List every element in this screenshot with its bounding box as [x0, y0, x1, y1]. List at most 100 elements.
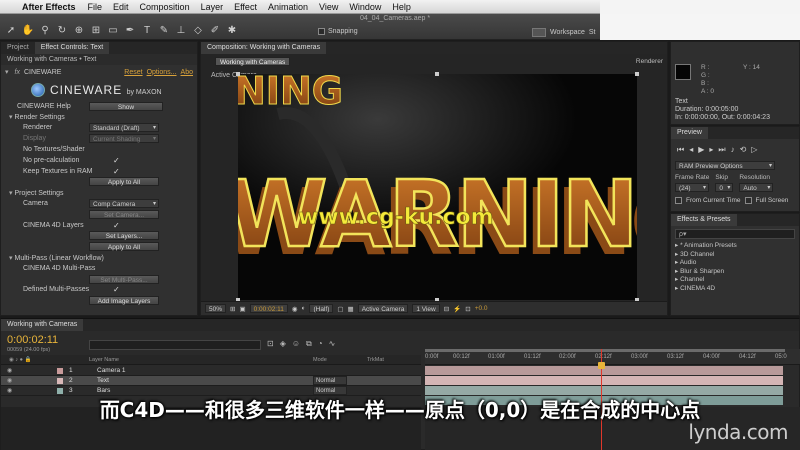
mask-tool-icon[interactable]: ▭	[106, 24, 120, 37]
visibility-eye-icon[interactable]: ◉	[7, 377, 12, 384]
menu-layer[interactable]: Layer	[201, 2, 224, 12]
clone-tool-icon[interactable]: ⊥	[174, 24, 188, 37]
tab-preview[interactable]: Preview	[671, 127, 708, 139]
c4d-layers-checkbox[interactable]: ✓	[113, 221, 120, 230]
fx-badge[interactable]: fx	[15, 69, 20, 76]
workspace-icon[interactable]	[532, 28, 546, 37]
timeline-layer-row[interactable]: ◉ 1 Camera 1	[1, 366, 421, 376]
layer-name[interactable]: Text	[97, 377, 109, 384]
effects-item-blur-sharpen[interactable]: ▸ Blur & Sharpen	[675, 268, 799, 277]
full-screen-checkbox[interactable]	[744, 197, 752, 204]
roto-tool-icon[interactable]: ✐	[208, 24, 222, 37]
effects-item-3d-channel[interactable]: ▸ 3D Channel	[675, 251, 799, 260]
timeline-current-time[interactable]: 0:00:02:11	[7, 334, 58, 346]
menu-window[interactable]: Window	[349, 2, 381, 12]
menu-file[interactable]: File	[88, 2, 103, 12]
set-multipass-button[interactable]: Set Multi-Pass...	[89, 274, 159, 284]
selection-tool-icon[interactable]: ➚	[4, 24, 18, 37]
view-layout-dropdown[interactable]: 1 View	[412, 304, 440, 313]
apply-to-all-button-1[interactable]: Apply to All	[89, 177, 159, 187]
display-dropdown[interactable]: Current Shading	[89, 134, 159, 144]
reset-link[interactable]: Reset	[124, 69, 142, 76]
tab-effects-presets[interactable]: Effects & Presets	[671, 214, 737, 226]
resolution-dropdown[interactable]: Auto	[739, 183, 774, 193]
label-color-swatch[interactable]	[57, 368, 63, 374]
ram-preview-icon[interactable]: ▷	[751, 145, 757, 155]
from-current-checkbox[interactable]	[675, 197, 682, 204]
eraser-tool-icon[interactable]: ◇	[191, 24, 205, 37]
frame-blend-icon[interactable]: ⧉	[306, 339, 312, 349]
puppet-tool-icon[interactable]: ✱	[225, 24, 239, 37]
fast-preview-icon[interactable]: ⚡	[453, 305, 461, 313]
audio-icon[interactable]: ♪	[731, 145, 735, 155]
layer-duration-bar[interactable]	[425, 376, 783, 385]
bbox-handle-tm[interactable]	[435, 72, 439, 76]
brush-tool-icon[interactable]: ✎	[157, 24, 171, 37]
work-area-bar[interactable]	[425, 349, 785, 352]
renderer-label[interactable]: Renderer	[636, 58, 663, 65]
shy-icon[interactable]: ☺	[292, 339, 300, 349]
effects-item-audio[interactable]: ▸ Audio	[675, 259, 799, 268]
bbox-handle-tr[interactable]	[635, 72, 639, 76]
menu-animation[interactable]: Animation	[268, 2, 308, 12]
rotate-tool-icon[interactable]: ↻	[55, 24, 69, 37]
camera-view-dropdown[interactable]: Active Camera	[357, 304, 409, 313]
project-settings-row[interactable]: ▾ Project Settings	[5, 187, 193, 198]
visibility-eye-icon[interactable]: ◉	[7, 387, 12, 394]
effects-search-input[interactable]: ρ▾	[675, 229, 795, 239]
menu-edit[interactable]: Edit	[113, 2, 129, 12]
draft-3d-icon[interactable]: ◈	[280, 339, 286, 349]
label-color-swatch[interactable]	[57, 378, 63, 384]
type-tool-icon[interactable]: T	[140, 24, 154, 37]
play-icon[interactable]: ▶	[698, 145, 704, 155]
fx-expand-icon[interactable]: ▾	[5, 68, 9, 76]
menu-composition[interactable]: Composition	[140, 2, 190, 12]
options-link[interactable]: Options...	[147, 69, 177, 76]
workspace-value[interactable]: St	[589, 29, 596, 36]
col-mode[interactable]: Mode	[313, 357, 327, 363]
workspace-selector[interactable]: Workspace St	[532, 28, 596, 37]
effects-item-animation-presets[interactable]: ▸ * Animation Presets	[675, 242, 799, 251]
tab-timeline-comp[interactable]: Working with Cameras	[1, 319, 84, 331]
pan-behind-icon[interactable]: ⊞	[89, 24, 103, 37]
menu-effect[interactable]: Effect	[234, 2, 257, 12]
hand-tool-icon[interactable]: ✋	[21, 24, 35, 37]
transparency-grid-icon[interactable]: ▦	[348, 305, 354, 313]
resolution-dropdown[interactable]: (Half)	[309, 304, 334, 313]
pen-tool-icon[interactable]: ✒	[123, 24, 137, 37]
graph-editor-icon[interactable]: ∿	[329, 339, 336, 349]
set-camera-button[interactable]: Set Camera...	[89, 209, 159, 219]
blend-mode-dropdown[interactable]: Normal	[313, 376, 347, 385]
snapping-toggle[interactable]: Snapping	[318, 28, 358, 35]
multipass-row[interactable]: ▾ Multi-Pass (Linear Workflow)	[5, 252, 193, 263]
frame-rate-dropdown[interactable]: (24)	[675, 183, 709, 193]
menu-help[interactable]: Help	[392, 2, 411, 12]
add-image-layers-button[interactable]: Add Image Layers	[89, 296, 159, 306]
timeline-search-input[interactable]	[89, 340, 261, 350]
layer-name[interactable]: Camera 1	[97, 367, 126, 374]
apply-to-all-button-2[interactable]: Apply to All	[89, 242, 159, 252]
bbox-handle-tl[interactable]	[236, 72, 240, 76]
camera-dropdown[interactable]: Comp Camera	[89, 199, 159, 209]
composition-viewer[interactable]: NING WARNING WARNING www.cg-ku.com	[238, 74, 637, 300]
ram-preview-options-dropdown[interactable]: RAM Preview Options	[675, 161, 775, 171]
grid-icon[interactable]: ⊞	[230, 305, 235, 313]
visibility-eye-icon[interactable]: ◉	[7, 367, 12, 374]
region-icon[interactable]: ▢	[337, 305, 343, 313]
current-time-field[interactable]: 0:00:02:11	[249, 304, 288, 313]
col-layer-name[interactable]: Layer Name	[89, 357, 119, 363]
tab-project[interactable]: Project	[1, 42, 35, 54]
layer-name[interactable]: Bars	[97, 387, 110, 394]
col-trkmat[interactable]: TrkMat	[367, 357, 384, 363]
show-button[interactable]: Show	[89, 101, 163, 111]
renderer-dropdown[interactable]: Standard (Draft)	[89, 123, 159, 133]
flowchart-icon[interactable]: ⊡	[465, 305, 470, 313]
zoom-tool-icon[interactable]: ⚲	[38, 24, 52, 37]
loop-icon[interactable]: ⟲	[740, 145, 747, 155]
playhead-handle[interactable]	[598, 362, 605, 369]
snapping-checkbox[interactable]	[318, 28, 325, 35]
first-frame-icon[interactable]: ⏮	[677, 145, 684, 155]
magnification-dropdown[interactable]: 50%	[205, 304, 227, 313]
prev-frame-icon[interactable]: ◂	[689, 145, 693, 155]
render-settings-row[interactable]: ▾ Render Settings	[5, 112, 193, 123]
